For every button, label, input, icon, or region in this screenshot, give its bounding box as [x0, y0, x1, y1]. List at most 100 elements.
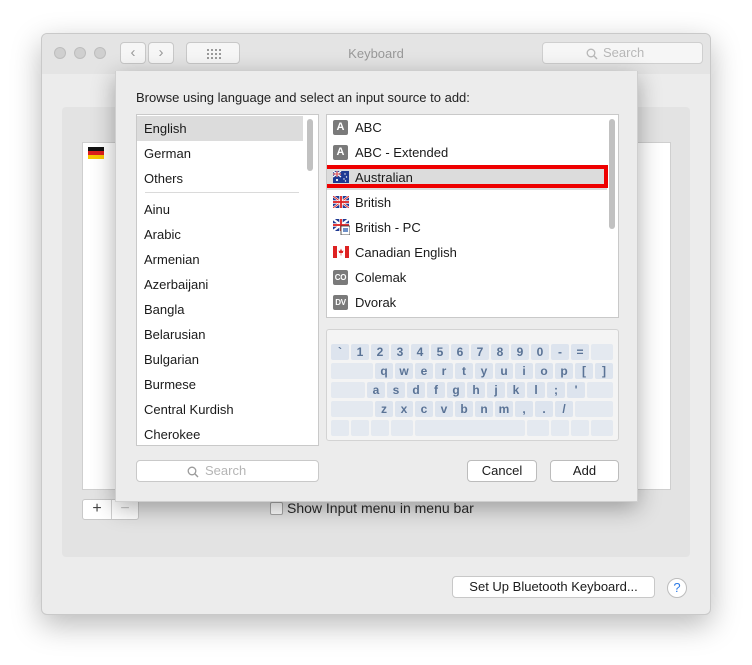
key: t	[455, 363, 473, 379]
source-item-abc[interactable]: A ABC	[327, 115, 607, 140]
key: /	[555, 401, 573, 417]
key: v	[435, 401, 453, 417]
key: =	[571, 344, 589, 360]
dv-badge-icon: DV	[333, 295, 348, 310]
key: d	[407, 382, 425, 398]
key: u	[495, 363, 513, 379]
set-up-bluetooth-keyboard-button[interactable]: Set Up Bluetooth Keyboard...	[452, 576, 655, 598]
source-label: Dvorak	[355, 295, 397, 310]
key-blank	[331, 420, 349, 436]
preferences-search-field[interactable]: Search	[542, 42, 703, 64]
language-item-azerbaijani[interactable]: Azerbaijani	[137, 272, 303, 297]
language-item-belarusian[interactable]: Belarusian	[137, 322, 303, 347]
remove-input-source-button[interactable]: −	[112, 500, 138, 519]
key: 5	[431, 344, 449, 360]
language-item-central-kurdish[interactable]: Central Kurdish	[137, 397, 303, 422]
key-blank	[331, 363, 373, 379]
key-blank	[551, 420, 569, 436]
language-item-german[interactable]: German	[137, 141, 303, 166]
key: n	[475, 401, 493, 417]
language-list[interactable]: English German Others Ainu Arabic Armeni…	[136, 114, 319, 446]
key: y	[475, 363, 493, 379]
key: -	[551, 344, 569, 360]
key: z	[375, 401, 393, 417]
key: x	[395, 401, 413, 417]
key: ,	[515, 401, 533, 417]
key: s	[387, 382, 405, 398]
source-label: ABC - Extended	[355, 145, 449, 160]
key: 6	[451, 344, 469, 360]
key-blank	[527, 420, 549, 436]
key: e	[415, 363, 433, 379]
selection-highlight-box	[327, 165, 608, 188]
canada-flag-icon	[333, 246, 349, 258]
key: h	[467, 382, 485, 398]
language-list-divider	[145, 192, 299, 193]
key: f	[427, 382, 445, 398]
uk-flag-icon	[333, 196, 349, 208]
key: c	[415, 401, 433, 417]
add-button[interactable]: Add	[550, 460, 619, 482]
source-label: British	[355, 195, 392, 210]
key: l	[527, 382, 545, 398]
language-item-cherokee[interactable]: Cherokee	[137, 422, 303, 445]
key-blank	[591, 420, 613, 436]
key: 7	[471, 344, 489, 360]
key: r	[435, 363, 453, 379]
key-blank	[591, 344, 613, 360]
key: '	[567, 382, 585, 398]
key: 2	[371, 344, 389, 360]
source-item-colemak[interactable]: CO Colemak	[327, 265, 607, 290]
source-item-canadian-english[interactable]: Canadian English	[327, 240, 607, 265]
input-source-list[interactable]: A ABC A ABC - Extended Australian Britis…	[326, 114, 619, 318]
title-bar: ‹ › Keyboard Search	[42, 34, 710, 74]
help-button[interactable]: ?	[667, 578, 687, 598]
letter-a-badge-icon: A	[333, 145, 348, 160]
key-blank	[415, 420, 525, 436]
key: o	[535, 363, 553, 379]
language-item-english[interactable]: English	[137, 116, 303, 141]
key: [	[575, 363, 593, 379]
add-remove-control: + −	[82, 499, 139, 520]
key: q	[375, 363, 393, 379]
keyboard-layout-preview: ` 1 2 3 4 5 6 7 8 9 0 - = q w e r t y u …	[326, 329, 619, 441]
language-item-bangla[interactable]: Bangla	[137, 297, 303, 322]
language-item-arabic[interactable]: Arabic	[137, 222, 303, 247]
language-item-armenian[interactable]: Armenian	[137, 247, 303, 272]
key-blank	[331, 401, 373, 417]
source-item-dvorak[interactable]: DV Dvorak	[327, 290, 607, 315]
co-badge-icon: CO	[333, 270, 348, 285]
key: p	[555, 363, 573, 379]
source-item-british-pc[interactable]: British - PC	[327, 215, 607, 240]
source-label: Canadian English	[355, 245, 457, 260]
key: 9	[511, 344, 529, 360]
key: ]	[595, 363, 613, 379]
language-search-field[interactable]: Search	[136, 460, 319, 482]
magnifier-icon	[586, 48, 598, 60]
key-blank	[351, 420, 369, 436]
cancel-button[interactable]: Cancel	[467, 460, 537, 482]
key: b	[455, 401, 473, 417]
key: 8	[491, 344, 509, 360]
source-label: British - PC	[355, 220, 421, 235]
source-item-british[interactable]: British	[327, 190, 607, 215]
key: a	[367, 382, 385, 398]
key: m	[495, 401, 513, 417]
key: `	[331, 344, 349, 360]
letter-a-badge-icon: A	[333, 120, 348, 135]
language-item-ainu[interactable]: Ainu	[137, 197, 303, 222]
key-blank	[571, 420, 589, 436]
add-input-source-button[interactable]: +	[83, 500, 111, 519]
language-item-burmese[interactable]: Burmese	[137, 372, 303, 397]
source-list-scrollbar[interactable]	[609, 119, 615, 229]
germany-flag-icon	[88, 147, 104, 159]
language-item-others[interactable]: Others	[137, 166, 303, 191]
show-input-menu-checkbox[interactable]	[270, 502, 283, 515]
uk-pc-flag-icon	[333, 219, 350, 235]
source-item-abc-extended[interactable]: A ABC - Extended	[327, 140, 607, 165]
magnifier-icon	[187, 466, 199, 478]
language-list-scrollbar[interactable]	[307, 119, 313, 171]
source-label: ABC	[355, 120, 382, 135]
language-item-bulgarian[interactable]: Bulgarian	[137, 347, 303, 372]
key: j	[487, 382, 505, 398]
